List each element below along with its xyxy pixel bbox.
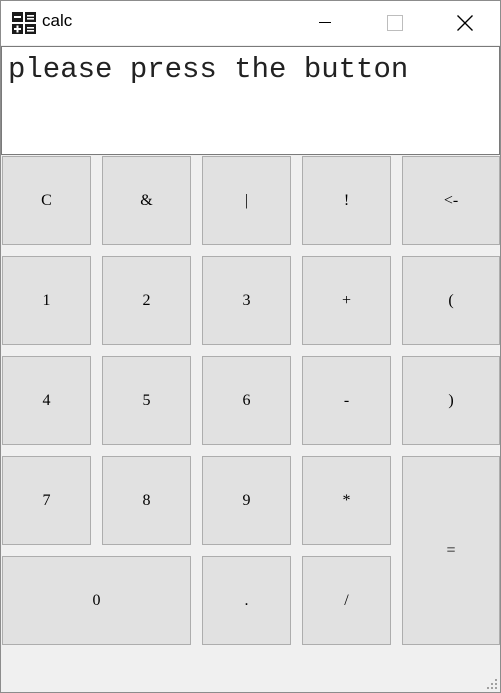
resize-grip-icon[interactable] [486,678,498,690]
decimal-point-button[interactable]: . [202,556,291,645]
digit-8-button[interactable]: 8 [102,456,191,545]
backspace-button[interactable]: <- [402,156,500,245]
window-title: calc [42,11,73,30]
digit-4-button[interactable]: 4 [2,356,91,445]
digit-0-button[interactable]: 0 [2,556,191,645]
right-paren-button[interactable]: ) [402,356,500,445]
minimize-icon [319,22,331,23]
digit-9-button[interactable]: 9 [202,456,291,545]
digit-1-button[interactable]: 1 [2,256,91,345]
left-paren-button[interactable]: ( [402,256,500,345]
digit-3-button[interactable]: 3 [202,256,291,345]
and-button[interactable]: & [102,156,191,245]
clear-button[interactable]: C [2,156,91,245]
minus-button[interactable]: - [302,356,391,445]
display-panel: please press the button [1,46,500,155]
digit-6-button[interactable]: 6 [202,356,291,445]
calc-window: calc please press the button C & | ! <- … [0,0,501,693]
not-button[interactable]: ! [302,156,391,245]
digit-5-button[interactable]: 5 [102,356,191,445]
multiply-button[interactable]: * [302,456,391,545]
calculator-icon [12,12,36,34]
digit-2-button[interactable]: 2 [102,256,191,345]
or-button[interactable]: | [202,156,291,245]
plus-button[interactable]: + [302,256,391,345]
display-text: please press the button [8,53,409,86]
close-icon [457,15,473,31]
maximize-button[interactable] [372,1,418,45]
digit-7-button[interactable]: 7 [2,456,91,545]
maximize-icon [387,15,403,31]
equals-button[interactable]: = [402,456,500,645]
title-bar[interactable]: calc [1,1,500,45]
minimize-button[interactable] [302,1,348,45]
divide-button[interactable]: / [302,556,391,645]
close-button[interactable] [442,1,488,45]
